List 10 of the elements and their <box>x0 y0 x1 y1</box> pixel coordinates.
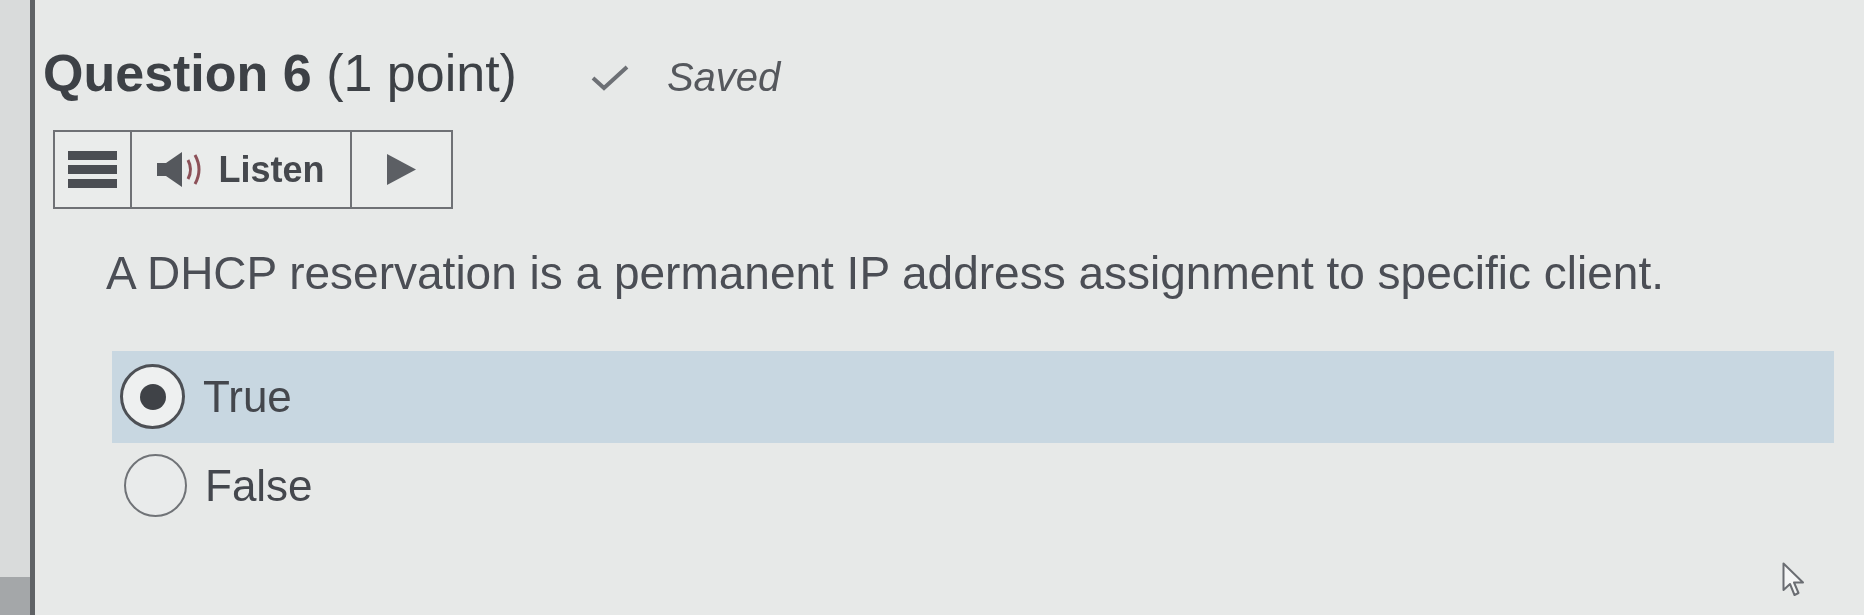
answer-option[interactable]: True <box>112 350 1834 443</box>
menu-icon <box>68 151 117 189</box>
answer-option[interactable]: False <box>112 442 1834 529</box>
cursor-icon <box>1782 562 1806 599</box>
saved-status: Saved <box>666 54 781 101</box>
question-title: Question 6 (1 point) <box>43 43 517 104</box>
listen-button[interactable]: Listen <box>132 132 352 208</box>
corner-block <box>0 577 30 615</box>
play-icon <box>387 154 416 186</box>
question-text: A DHCP reservation is a permanent IP address assignment to specific client. <box>106 246 1664 302</box>
